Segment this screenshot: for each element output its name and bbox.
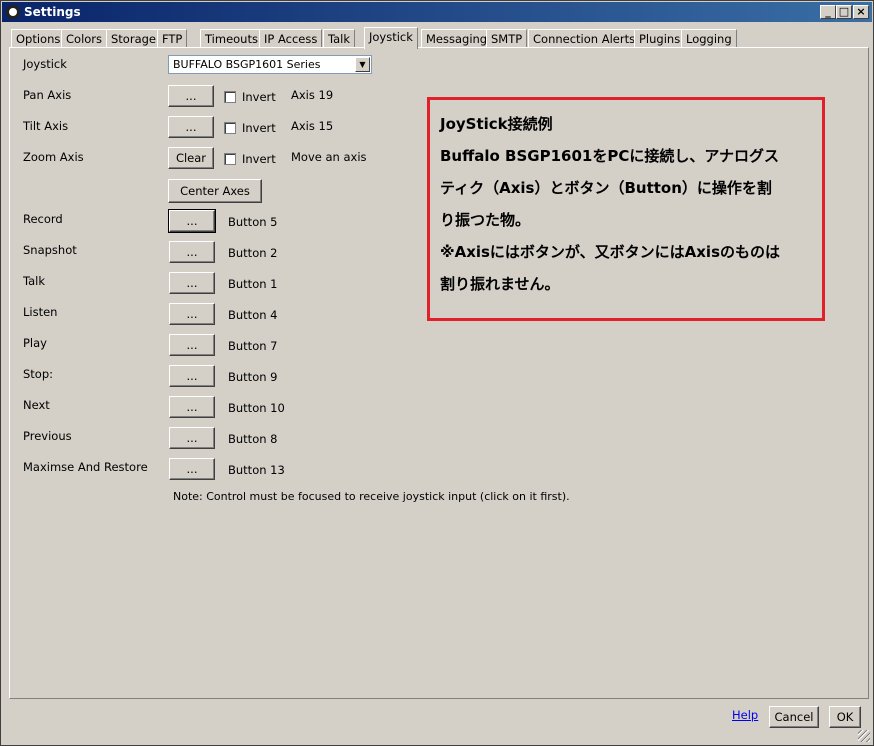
tilt-axis-invert-checkbox[interactable]	[224, 122, 236, 134]
snapshot-label: Snapshot	[23, 243, 77, 257]
tab-smtp[interactable]: SMTP	[486, 29, 528, 48]
tilt-axis-assign-button[interactable]: ...	[168, 116, 214, 138]
play-value: Button 7	[228, 339, 278, 353]
play-label: Play	[23, 336, 47, 350]
annotation-line: JoyStick接続例	[440, 115, 553, 133]
tab-ip-access[interactable]: IP Access	[259, 29, 323, 48]
chevron-down-icon[interactable]: ▼	[355, 57, 370, 72]
maximise-restore-value: Button 13	[228, 463, 285, 477]
next-value: Button 10	[228, 401, 285, 415]
talk-value: Button 1	[228, 277, 278, 291]
pan-axis-assign-button[interactable]: ...	[168, 85, 214, 107]
zoom-axis-label: Zoom Axis	[23, 150, 84, 164]
maximise-restore-assign-button[interactable]: ...	[169, 458, 215, 480]
snapshot-assign-button[interactable]: ...	[169, 241, 215, 263]
tilt-axis-value: Axis 15	[291, 119, 334, 133]
listen-assign-button[interactable]: ...	[169, 303, 215, 325]
previous-label: Previous	[23, 429, 72, 443]
pan-axis-value: Axis 19	[291, 88, 334, 102]
talk-assign-button[interactable]: ...	[169, 272, 215, 294]
zoom-axis-invert-label: Invert	[242, 152, 276, 166]
tab-logging[interactable]: Logging	[681, 29, 737, 48]
previous-assign-button[interactable]: ...	[169, 427, 215, 449]
pan-axis-invert-label: Invert	[242, 90, 276, 104]
listen-label: Listen	[23, 305, 58, 319]
zoom-axis-invert-checkbox[interactable]	[224, 153, 236, 165]
joystick-select-value: BUFFALO BSGP1601 Series	[173, 58, 321, 71]
record-assign-button[interactable]: ...	[168, 209, 216, 233]
settings-window: Settings _ □ × Options Colors Storage FT…	[0, 0, 874, 746]
focus-note: Note: Control must be focused to receive…	[173, 490, 570, 503]
close-button[interactable]: ×	[853, 5, 869, 19]
maximise-restore-label: Maximse And Restore	[23, 460, 148, 474]
stop-label: Stop:	[23, 367, 54, 381]
tab-messaging[interactable]: Messaging	[421, 29, 493, 48]
annotation-line: ティク（Axis）とボタン（Button）に操作を割	[440, 179, 772, 197]
tab-options[interactable]: Options	[11, 29, 66, 48]
zoom-axis-clear-button[interactable]: Clear	[168, 147, 214, 169]
annotation-line: 割り振れません。	[440, 275, 560, 293]
pan-axis-invert-checkbox[interactable]	[224, 91, 236, 103]
tab-talk[interactable]: Talk	[323, 29, 356, 48]
record-value: Button 5	[228, 215, 278, 229]
pan-axis-label: Pan Axis	[23, 88, 72, 102]
center-axes-button[interactable]: Center Axes	[168, 179, 262, 203]
zoom-axis-value: Move an axis	[291, 150, 367, 164]
stop-value: Button 9	[228, 370, 278, 384]
snapshot-value: Button 2	[228, 246, 278, 260]
ok-button[interactable]: OK	[829, 706, 861, 728]
tab-storage[interactable]: Storage	[106, 29, 161, 48]
window-title: Settings	[24, 5, 81, 19]
play-assign-button[interactable]: ...	[169, 334, 215, 356]
tab-plugins[interactable]: Plugins	[634, 29, 686, 48]
joystick-select[interactable]: BUFFALO BSGP1601 Series ▼	[168, 55, 372, 74]
help-link[interactable]: Help	[732, 708, 758, 722]
tilt-axis-label: Tilt Axis	[23, 119, 69, 133]
tab-timeouts[interactable]: Timeouts	[200, 29, 263, 48]
annotation-line: ※Axisにはボタンが、又ボタンにはAxisのものは	[440, 243, 780, 261]
record-label: Record	[23, 212, 63, 226]
tab-colors[interactable]: Colors	[61, 29, 108, 48]
app-icon	[6, 5, 20, 19]
next-assign-button[interactable]: ...	[169, 396, 215, 418]
joystick-label: Joystick	[23, 57, 67, 71]
tab-joystick[interactable]: Joystick	[364, 27, 418, 49]
annotation-line: り振つた物。	[440, 211, 531, 229]
next-label: Next	[23, 398, 50, 412]
cancel-button[interactable]: Cancel	[769, 706, 819, 728]
title-bar: Settings _ □ ×	[2, 2, 872, 22]
annotation-box: JoyStick接続例 Buffalo BSGP1601をPCに接続し、アナログ…	[427, 97, 825, 321]
tab-connection-alerts[interactable]: Connection Alerts	[528, 29, 641, 48]
minimize-button[interactable]: _	[820, 5, 836, 19]
stop-assign-button[interactable]: ...	[169, 365, 215, 387]
annotation-line: Buffalo BSGP1601をPCに接続し、アナログス	[440, 147, 780, 165]
listen-value: Button 4	[228, 308, 278, 322]
previous-value: Button 8	[228, 432, 278, 446]
resize-grip-icon[interactable]	[858, 730, 870, 742]
talk-label: Talk	[23, 274, 46, 288]
tab-ftp[interactable]: FTP	[157, 29, 188, 48]
maximize-button[interactable]: □	[836, 5, 852, 19]
tilt-axis-invert-label: Invert	[242, 121, 276, 135]
